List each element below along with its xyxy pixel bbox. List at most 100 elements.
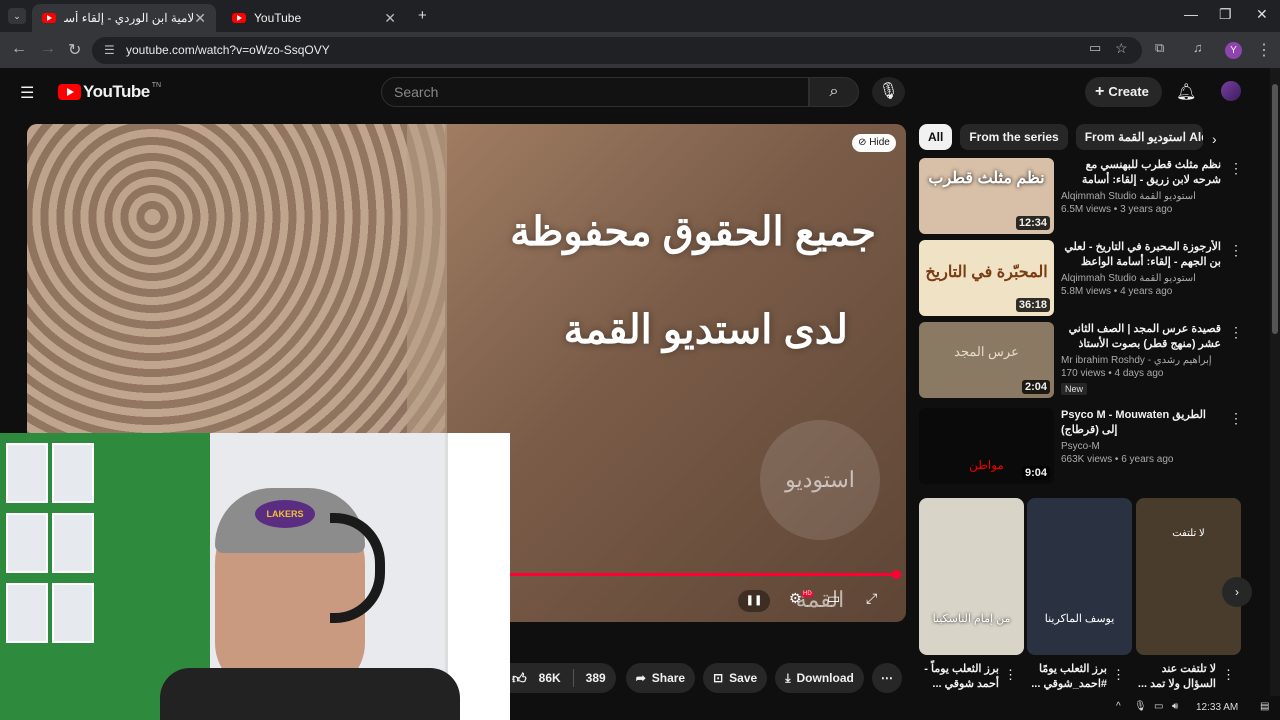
save-button[interactable]: ⊡ Save xyxy=(703,663,768,693)
browser-tab-active[interactable]: لامية ابن الوردي - إلقاء أسامة الوا ✕ xyxy=(32,4,216,32)
eye-off-icon: ⊘ xyxy=(858,137,867,148)
forward-icon[interactable]: → xyxy=(40,40,56,58)
reload-icon[interactable]: ↻ xyxy=(68,40,81,60)
shorts-next-arrow-icon[interactable]: › xyxy=(1222,577,1252,607)
account-avatar[interactable] xyxy=(1221,81,1241,101)
video-title[interactable]: الأرجوزة المحبرة في التاريخ - لعلي بن ال… xyxy=(1061,240,1221,270)
hide-button[interactable]: ⊘ Hide xyxy=(852,134,896,152)
new-tab-button[interactable]: + xyxy=(418,7,427,24)
pause-icon[interactable]: ❚❚ xyxy=(738,590,770,612)
restore-icon[interactable]: ❐ xyxy=(1219,6,1232,23)
chip-from-series[interactable]: From the series xyxy=(960,124,1068,150)
short-thumbnail[interactable]: يوسف الماكرينا xyxy=(1027,498,1132,655)
bookmark-icon: ⊡ xyxy=(713,671,724,685)
channel-watermark: استوديو القمة xyxy=(760,420,880,612)
video-thumbnail[interactable]: نظم مثلث قطرب 12:34 xyxy=(919,158,1054,234)
video-title[interactable]: قصيدة عرس المجد | الصف الثاني عشر (منهج … xyxy=(1061,322,1221,352)
system-tray: ^ 🎙 ▭ 🔊︎ 12:33 AM ▤ xyxy=(1110,696,1280,720)
fullscreen-icon[interactable]: ⤢ xyxy=(866,590,877,607)
short-thumbnail[interactable]: من إمام الناسكينا xyxy=(919,498,1024,655)
notification-icon[interactable]: ▤ xyxy=(1260,701,1269,712)
dislike-count[interactable]: 389 xyxy=(586,671,606,685)
progress-bar[interactable] xyxy=(510,573,897,576)
channel-name[interactable]: Alqimmah Studio استوديو القمة xyxy=(1061,191,1221,202)
duration-badge: 9:04 xyxy=(1021,466,1050,480)
address-bar[interactable]: ☰ youtube.com/watch?v=oWzo-SsqOVY xyxy=(92,37,1142,64)
youtube-logo[interactable]: YouTube TN xyxy=(58,82,161,102)
video-title[interactable]: Psyco M - Mouwaten الطريق إلى (قرطاج) xyxy=(1061,408,1221,438)
hamburger-menu-icon[interactable]: ☰ xyxy=(20,83,34,103)
more-options-icon[interactable]: ⋮ xyxy=(1229,160,1243,177)
close-tab-icon[interactable]: ✕ xyxy=(194,10,206,27)
search-input[interactable]: Search xyxy=(381,77,809,107)
chip-from-channel[interactable]: From استوديو القمة Alqimmah xyxy=(1075,124,1203,150)
tray-network-icon[interactable]: ▭ xyxy=(1154,701,1163,712)
like-dislike-group: 👍︎ 86K 389 xyxy=(510,663,616,693)
recommendation-item[interactable]: المحبّرة في التاريخ 36:18 الأرجوزة المحب… xyxy=(919,240,1249,316)
minimize-icon[interactable]: — xyxy=(1184,6,1198,22)
short-overlay-text: يوسف الماكرينا xyxy=(1044,613,1115,625)
browser-menu-icon[interactable]: ⋮ xyxy=(1256,40,1272,60)
tray-volume-icon[interactable]: 🔊︎ xyxy=(1172,701,1178,712)
like-button[interactable]: 👍︎ 86K xyxy=(512,670,561,687)
tray-mic-icon[interactable]: 🎙 xyxy=(1134,701,1147,712)
arabesque-pattern xyxy=(27,124,445,434)
search-icon[interactable]: ⌕ xyxy=(809,77,859,107)
video-thumbnail[interactable]: عرس المجد 2:04 xyxy=(919,322,1054,398)
bookmark-star-icon[interactable]: ☆ xyxy=(1115,40,1128,57)
related-filter-chips: All From the series From استوديو القمة A… xyxy=(919,124,1203,150)
profile-avatar[interactable]: Y xyxy=(1225,42,1242,59)
country-code: TN xyxy=(151,81,162,89)
theater-mode-icon[interactable]: ▭ xyxy=(827,590,840,607)
recommendation-item[interactable]: نظم مثلث قطرب 12:34 نظم مثلث قطرب للبهنس… xyxy=(919,158,1249,234)
recommendation-item[interactable]: عرس المجد 2:04 قصيدة عرس المجد | الصف ال… xyxy=(919,322,1249,398)
short-more-icon[interactable]: ⋮ xyxy=(1112,667,1125,683)
chevron-right-icon[interactable]: › xyxy=(1212,131,1217,147)
video-stats: 6.5M views • 3 years ago xyxy=(1061,204,1173,215)
site-info-icon[interactable]: ☰ xyxy=(104,37,115,64)
divider xyxy=(572,669,574,687)
notifications-bell-icon[interactable]: 🔔︎ xyxy=(1176,82,1196,102)
scrollbar-thumb[interactable] xyxy=(1272,84,1278,334)
close-window-icon[interactable]: ✕ xyxy=(1256,6,1268,23)
webcam-overlay: LAKERS xyxy=(0,433,510,720)
download-button[interactable]: ⤓ Download xyxy=(775,663,864,693)
microphone-icon[interactable]: 🎙 xyxy=(872,77,905,107)
more-options-icon[interactable]: ⋮ xyxy=(1229,242,1243,259)
shirt xyxy=(160,668,460,720)
browser-tab[interactable]: YouTube ✕ xyxy=(222,4,406,32)
back-icon[interactable]: ← xyxy=(11,40,27,58)
short-title[interactable]: برز الثعلب يوماً - أحمد شوقي ... xyxy=(919,662,999,692)
tab-search-button[interactable]: ⌄ xyxy=(8,8,26,24)
video-thumbnail[interactable]: المحبّرة في التاريخ 36:18 xyxy=(919,240,1054,316)
more-actions-icon[interactable]: ⋯ xyxy=(871,663,902,693)
more-options-icon[interactable]: ⋮ xyxy=(1229,410,1243,427)
short-title[interactable]: برز الثعلب يومًا #احمد_شوقي ... xyxy=(1027,662,1107,692)
page-scrollbar[interactable] xyxy=(1270,68,1280,720)
share-icon: ➦ xyxy=(635,671,646,685)
short-more-icon[interactable]: ⋮ xyxy=(1004,667,1017,683)
close-tab-icon[interactable]: ✕ xyxy=(384,10,396,27)
share-label: Share xyxy=(651,671,686,685)
video-thumbnail[interactable]: مواطن 9:04 xyxy=(919,408,1054,484)
video-title[interactable]: نظم مثلث قطرب للبهنسي مع شرحه لابن زريق … xyxy=(1061,158,1221,188)
channel-name[interactable]: Alqimmah Studio استوديو القمة xyxy=(1061,273,1221,284)
duration-badge: 36:18 xyxy=(1015,298,1050,312)
tray-chevron-icon[interactable]: ^ xyxy=(1116,701,1121,712)
extensions-icon[interactable]: ⧉ xyxy=(1155,40,1164,56)
channel-name[interactable]: Mr ibrahim Roshdy - إبراهيم رشدي xyxy=(1061,355,1221,366)
short-more-icon[interactable]: ⋮ xyxy=(1222,667,1235,683)
recommendation-item[interactable]: مواطن 9:04 Psyco M - Mouwaten الطريق إلى… xyxy=(919,408,1249,484)
chip-all[interactable]: All xyxy=(919,124,953,150)
share-button[interactable]: ➦ Share xyxy=(625,663,696,693)
short-thumbnail[interactable]: لا تلتفت xyxy=(1136,498,1241,655)
cast-icon[interactable]: ▭ xyxy=(1089,40,1101,56)
clock[interactable]: 12:33 AM xyxy=(1196,702,1238,713)
channel-name[interactable]: Psyco-M xyxy=(1061,441,1221,452)
media-control-icon[interactable]: ♫ xyxy=(1193,40,1203,55)
settings-gear-icon[interactable]: ⚙ xyxy=(789,590,802,607)
create-button[interactable]: + Create xyxy=(1085,77,1162,107)
short-title[interactable]: لا تلتفت عند السؤال ولا تمد ... xyxy=(1136,662,1216,692)
progress-scrubber[interactable] xyxy=(892,570,901,579)
more-options-icon[interactable]: ⋮ xyxy=(1229,324,1243,341)
